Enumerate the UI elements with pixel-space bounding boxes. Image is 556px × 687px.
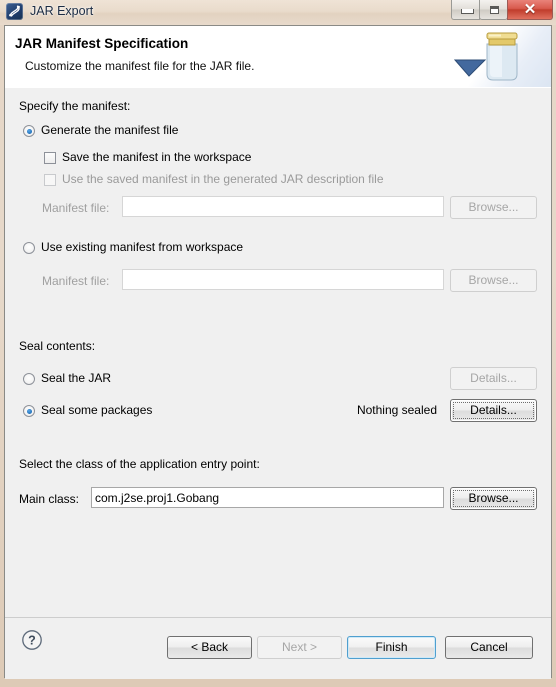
- dialog-footer: ? < Back Next > Finish Cancel: [5, 617, 551, 679]
- manifest-file-label-2: Manifest file:: [42, 274, 110, 288]
- browse-button-1: Browse...: [450, 196, 537, 219]
- wizard-banner: JAR Manifest Specification Customize the…: [5, 26, 551, 89]
- main-class-input[interactable]: [91, 487, 444, 508]
- next-button: Next >: [257, 636, 342, 659]
- minimize-icon: [461, 9, 474, 14]
- seal-contents-label: Seal contents:: [19, 339, 96, 353]
- seal-status-text: Nothing sealed: [356, 403, 437, 417]
- radio-indicator: [23, 405, 35, 417]
- radio-generate-manifest-label: Generate the manifest file: [41, 123, 179, 137]
- checkbox-use-saved-manifest-label: Use the saved manifest in the generated …: [62, 172, 384, 186]
- main-class-browse-button[interactable]: Browse...: [450, 487, 537, 510]
- back-button[interactable]: < Back: [167, 636, 252, 659]
- radio-indicator: [23, 242, 35, 254]
- seal-jar-details-button: Details...: [450, 367, 537, 390]
- close-icon: ✕: [523, 1, 537, 18]
- manifest-file-input-2[interactable]: [122, 269, 444, 290]
- checkbox-indicator: [44, 152, 56, 164]
- checkbox-indicator: [44, 174, 56, 186]
- main-class-label: Main class:: [19, 492, 80, 506]
- minimize-button[interactable]: [451, 0, 480, 20]
- close-button[interactable]: ✕: [507, 0, 553, 20]
- browse-button-2: Browse...: [450, 269, 537, 292]
- jar-bottle-icon: [441, 26, 551, 87]
- radio-seal-the-jar-label: Seal the JAR: [41, 371, 112, 385]
- page-subtitle: Customize the manifest file for the JAR …: [25, 59, 255, 73]
- window-controls: ✕: [451, 0, 553, 21]
- jar-export-icon: [6, 3, 23, 20]
- content-area: Specify the manifest: Generate the manif…: [5, 88, 551, 617]
- maximize-button[interactable]: [479, 0, 508, 20]
- maximize-icon: [490, 6, 499, 14]
- finish-button[interactable]: Finish: [347, 636, 436, 659]
- manifest-file-label-1: Manifest file:: [42, 201, 110, 215]
- radio-indicator: [23, 125, 35, 137]
- radio-seal-some-packages-label: Seal some packages: [41, 403, 153, 417]
- page-title: JAR Manifest Specification: [15, 36, 189, 51]
- window-title: JAR Export: [30, 4, 94, 18]
- help-icon[interactable]: ?: [21, 629, 43, 651]
- entry-point-label: Select the class of the application entr…: [19, 457, 260, 471]
- dialog-body: JAR Manifest Specification Customize the…: [4, 25, 552, 679]
- checkbox-save-manifest-label: Save the manifest in the workspace: [62, 150, 252, 164]
- specify-manifest-label: Specify the manifest:: [19, 99, 131, 113]
- cancel-button[interactable]: Cancel: [445, 636, 533, 659]
- title-bar[interactable]: JAR Export ✕: [0, 0, 556, 25]
- seal-packages-details-button[interactable]: Details...: [450, 399, 537, 422]
- svg-text:?: ?: [28, 634, 36, 648]
- jar-export-window: JAR Export ✕ JAR Manifest Specification …: [0, 0, 556, 687]
- radio-use-existing-manifest-label: Use existing manifest from workspace: [41, 240, 244, 254]
- manifest-file-input-1[interactable]: [122, 196, 444, 217]
- radio-indicator: [23, 373, 35, 385]
